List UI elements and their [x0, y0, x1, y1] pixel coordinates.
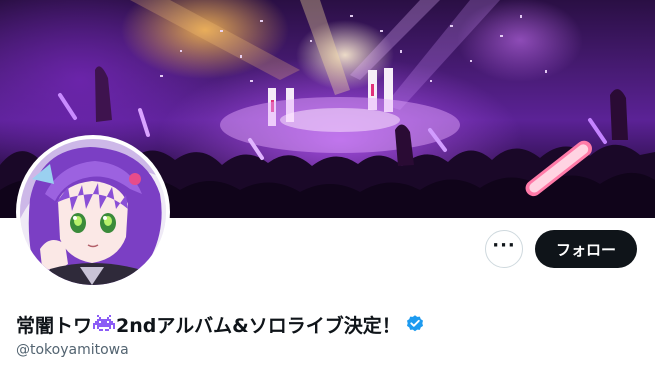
display-name-text: 常闇トワ: [16, 314, 93, 337]
profile-header: ··· フォロー 常闇トワ 2ndアルバム&ソロライブ決定！ @tokoyami…: [0, 0, 655, 368]
space-invader-purple-icon: [93, 313, 116, 335]
avatar-image: [20, 139, 166, 285]
display-name: 常闇トワ 2ndアルバム&ソロライブ決定！: [16, 310, 425, 338]
more-options-icon: ···: [492, 235, 516, 256]
verified-badge-icon[interactable]: [405, 314, 425, 334]
more-options-button[interactable]: ···: [485, 230, 523, 268]
display-name-text-suffix: 2ndアルバム&ソロライブ決定！: [116, 314, 401, 337]
avatar-illustration: [20, 139, 166, 285]
profile-avatar[interactable]: [16, 135, 170, 289]
profile-handle: @tokoyamitowa: [16, 342, 129, 358]
follow-button[interactable]: フォロー: [535, 230, 637, 268]
